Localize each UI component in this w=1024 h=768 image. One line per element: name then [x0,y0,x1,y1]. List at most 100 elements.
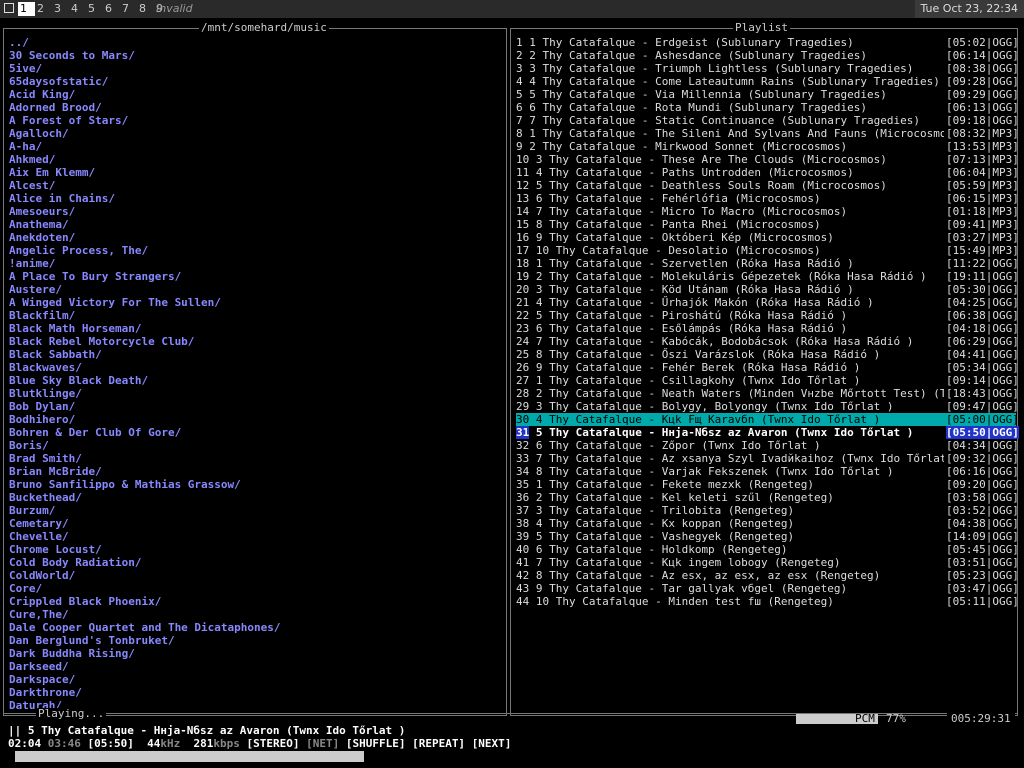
playlist-row[interactable]: 27 1 Thy Catafalque - Csillagkohy (Twnx … [516,374,1019,387]
playlist-row[interactable]: 19 2 Thy Catafalque - Molekuláris Gépeze… [516,270,1019,283]
playlist-row[interactable]: 16 9 Thy Catafalque - Októberi Kép (Micr… [516,231,1019,244]
playlist-row[interactable]: 36 2 Thy Catafalque - Kel keleti szűl (R… [516,491,1019,504]
directory-item[interactable]: Amesoeurs/ [9,205,281,218]
directory-item[interactable]: Buckethead/ [9,491,281,504]
playlist-row[interactable]: 44 10 Thy Catafalque - Minden test fш (R… [516,595,1019,608]
tag-5[interactable]: 5 [86,2,103,16]
playlist-row[interactable]: 8 1 Thy Catafalque - The Sileni And Sylv… [516,127,1019,140]
playlist-row[interactable]: 22 5 Thy Catafalque - Piroshátú (Róka Ha… [516,309,1019,322]
playlist-row[interactable]: 3 3 Thy Catafalque - Triumph Lightless (… [516,62,1019,75]
playlist-row[interactable]: 11 4 Thy Catafalque - Paths Untrodden (M… [516,166,1019,179]
directory-item[interactable]: Black Math Horseman/ [9,322,281,335]
playlist-row[interactable]: 32 6 Thy Catafalque - Zőpor (Twnx Ido Tő… [516,439,1019,452]
directory-item[interactable]: Aix Em Klemm/ [9,166,281,179]
directory-item[interactable]: Blue Sky Black Death/ [9,374,281,387]
directory-item[interactable]: Austere/ [9,283,281,296]
directory-item[interactable]: Adorned Brood/ [9,101,281,114]
directory-item[interactable]: Cold Body Radiation/ [9,556,281,569]
playlist-row[interactable]: 5 5 Thy Catafalque - Via Millennia (Subl… [516,88,1019,101]
directory-item[interactable]: Dan Berglund's Tonbruket/ [9,634,281,647]
tag-3[interactable]: 3 [52,2,69,16]
directory-item[interactable]: Alcest/ [9,179,281,192]
tag-2[interactable]: 2 [35,2,52,16]
directory-item[interactable]: A Forest of Stars/ [9,114,281,127]
playlist-row[interactable]: 7 7 Thy Catafalque - Static Continuance … [516,114,1019,127]
directory-list[interactable]: ../30 Seconds to Mars/5ive/65daysofstati… [9,36,281,712]
playlist-row[interactable]: 37 3 Thy Catafalque - Trilobita (Rengete… [516,504,1019,517]
directory-item[interactable]: Anekdoten/ [9,231,281,244]
playlist-row[interactable]: 25 8 Thy Catafalque - Őszi Varázslok (Ró… [516,348,1019,361]
directory-item[interactable]: !anime/ [9,257,281,270]
playlist-row[interactable]: 2 2 Thy Catafalque - Ashesdance (Subluna… [516,49,1019,62]
directory-item[interactable]: Agalloch/ [9,127,281,140]
directory-item[interactable]: Bob Dylan/ [9,400,281,413]
tag-7[interactable]: 7 [120,2,137,16]
directory-item[interactable]: Black Sabbath/ [9,348,281,361]
directory-item[interactable]: A Winged Victory For The Sullen/ [9,296,281,309]
directory-item[interactable]: Acid King/ [9,88,281,101]
directory-item[interactable]: A Place To Bury Strangers/ [9,270,281,283]
playlist-row[interactable]: 35 1 Thy Catafalque - Fekete mezхk (Reng… [516,478,1019,491]
playlist-row[interactable]: 6 6 Thy Catafalque - Rota Mundi (Subluna… [516,101,1019,114]
tag-1[interactable]: 1 [18,2,35,16]
playlist-row[interactable]: 10 3 Thy Catafalque - These Are The Clou… [516,153,1019,166]
playlist-row[interactable]: 28 2 Thy Catafalque - Neath Waters (Mind… [516,387,1019,400]
directory-item[interactable]: Chevelle/ [9,530,281,543]
directory-item[interactable]: Darkthrone/ [9,686,281,699]
directory-item[interactable]: Boris/ [9,439,281,452]
directory-item[interactable]: Anathema/ [9,218,281,231]
playlist-row[interactable]: 20 3 Thy Catafalque - Köd Utánam (Róka H… [516,283,1019,296]
tag-8[interactable]: 8 [137,2,154,16]
playlist-row[interactable]: 1 1 Thy Catafalque - Erdgeist (Sublunary… [516,36,1019,49]
playlist-row[interactable]: 31 5 Thy Catafalque - Hнja-Nбsz az Avaro… [516,426,1019,439]
directory-item[interactable]: A-ha/ [9,140,281,153]
directory-item[interactable]: Bruno Sanfilippo & Mathias Grassow/ [9,478,281,491]
directory-item[interactable]: Brian McBride/ [9,465,281,478]
playlist-row[interactable]: 9 2 Thy Catafalque - Mirkwood Sonnet (Mi… [516,140,1019,153]
directory-item[interactable]: Chrome Locust/ [9,543,281,556]
playlist-row[interactable]: 43 9 Thy Catafalque - Tar gallyak vбgel … [516,582,1019,595]
directory-item[interactable]: Burzum/ [9,504,281,517]
directory-item[interactable]: Bodhihero/ [9,413,281,426]
playlist-row[interactable]: 42 8 Thy Catafalque - Az esx, az esx, az… [516,569,1019,582]
directory-item[interactable]: Ahkmed/ [9,153,281,166]
tag-4[interactable]: 4 [69,2,86,16]
playlist-row[interactable]: 41 7 Thy Catafalque - Kцk ingem lobogy (… [516,556,1019,569]
directory-item[interactable]: Darkspace/ [9,673,281,686]
directory-item[interactable]: Dark Buddha Rising/ [9,647,281,660]
tag-6[interactable]: 6 [103,2,120,16]
playlist-row[interactable]: 29 3 Thy Catafalque - Bolygу, Bolyongу (… [516,400,1019,413]
directory-item[interactable]: Cure,The/ [9,608,281,621]
layout-icon[interactable] [4,3,14,13]
playlist-row[interactable]: 26 9 Thy Catafalque - Fehér Berek (Róka … [516,361,1019,374]
directory-item[interactable]: ColdWorld/ [9,569,281,582]
playlist-row[interactable]: 38 4 Thy Catafalque - Kх koppan (Rengete… [516,517,1019,530]
directory-item[interactable]: Dale Cooper Quartet and The Dicataphones… [9,621,281,634]
playlist-row[interactable]: 4 4 Thy Catafalque - Come Lateautumn Rai… [516,75,1019,88]
playlist-row[interactable]: 21 4 Thy Catafalque - Űrhajók Makón (Rók… [516,296,1019,309]
directory-item[interactable]: Alice in Chains/ [9,192,281,205]
directory-item[interactable]: Darkseed/ [9,660,281,673]
directory-item[interactable]: Blackwaves/ [9,361,281,374]
directory-item[interactable]: ../ [9,36,281,49]
progress-bar[interactable] [15,751,364,762]
playlist-row[interactable]: 12 5 Thy Catafalque - Deathless Souls Ro… [516,179,1019,192]
directory-item[interactable]: Blutklinge/ [9,387,281,400]
playlist-row[interactable]: 34 8 Thy Catafalque - Varjak Fekszenek (… [516,465,1019,478]
playlist-row[interactable]: 40 6 Thy Catafalque - Holdkomp (Rengeteg… [516,543,1019,556]
directory-item[interactable]: 5ive/ [9,62,281,75]
playlist-row[interactable]: 14 7 Thy Catafalque - Micro To Macro (Mi… [516,205,1019,218]
directory-item[interactable]: Crippled Black Phoenix/ [9,595,281,608]
playlist-row[interactable]: 24 7 Thy Catafalque - Kabócák, Bodobácso… [516,335,1019,348]
directory-item[interactable]: 65daysofstatic/ [9,75,281,88]
playlist-row[interactable]: 23 6 Thy Catafalque - Esőlámpás (Róka Ha… [516,322,1019,335]
playlist-row[interactable]: 15 8 Thy Catafalque - Panta Rhei (Microc… [516,218,1019,231]
directory-item[interactable]: Core/ [9,582,281,595]
playlist-row[interactable]: 30 4 Thy Catafalque - Kцk Fщ Karavбn (Tw… [516,413,1019,426]
playlist-row[interactable]: 39 5 Thy Catafalque - Vashegyek (Rengete… [516,530,1019,543]
playlist-list[interactable]: 1 1 Thy Catafalque - Erdgeist (Sublunary… [516,36,1019,608]
directory-item[interactable]: Bohren & Der Club Of Gore/ [9,426,281,439]
playlist-row[interactable]: 18 1 Thy Catafalque - Szervetlen (Róka H… [516,257,1019,270]
directory-item[interactable]: Cemetary/ [9,517,281,530]
directory-item[interactable]: Black Rebel Motorcycle Club/ [9,335,281,348]
